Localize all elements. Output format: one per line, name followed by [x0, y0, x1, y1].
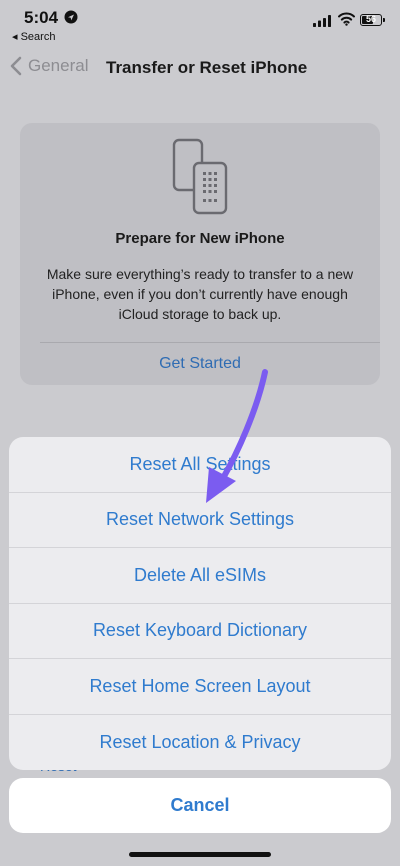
reset-home-screen-layout-option[interactable]: Reset Home Screen Layout — [9, 659, 391, 715]
reset-all-settings-option[interactable]: Reset All Settings — [9, 437, 391, 493]
battery-cap — [383, 18, 385, 22]
reset-keyboard-dictionary-option[interactable]: Reset Keyboard Dictionary — [9, 604, 391, 659]
wifi-icon — [338, 12, 355, 31]
home-indicator — [129, 852, 271, 857]
get-started-button[interactable]: Get Started — [20, 355, 380, 373]
back-to-app-link[interactable]: ◂ Search — [12, 30, 55, 43]
reset-location-privacy-option[interactable]: Reset Location & Privacy — [9, 715, 391, 771]
status-time: 5:04 — [24, 8, 59, 27]
status-bar: 5:04 ◂ Search 56 — [0, 0, 400, 46]
card-description: Make sure everything’s ready to transfer… — [46, 266, 354, 322]
battery-icon: 56 — [360, 14, 382, 26]
navigation-bar: General Transfer or Reset iPhone — [0, 46, 400, 90]
location-arrow-icon — [64, 10, 78, 29]
transfer-phones-icon — [172, 138, 228, 215]
battery-level: 56 — [365, 14, 376, 24]
card-divider — [40, 342, 380, 343]
cancel-button[interactable]: Cancel — [9, 778, 391, 833]
chevron-left-icon — [10, 56, 22, 76]
card-title: Prepare for New iPhone — [115, 230, 285, 247]
cellular-signal-icon — [313, 14, 331, 32]
delete-all-esims-option[interactable]: Delete All eSIMs — [9, 548, 391, 604]
prepare-for-new-iphone-card: Prepare for New iPhone Make sure everyth… — [20, 123, 380, 385]
back-button-label: General — [28, 56, 89, 75]
back-button[interactable]: General — [10, 56, 88, 76]
page-title: Transfer or Reset iPhone — [106, 58, 308, 77]
reset-action-sheet: Reset All Settings Reset Network Setting… — [9, 437, 391, 770]
reset-network-settings-option[interactable]: Reset Network Settings — [9, 493, 391, 548]
